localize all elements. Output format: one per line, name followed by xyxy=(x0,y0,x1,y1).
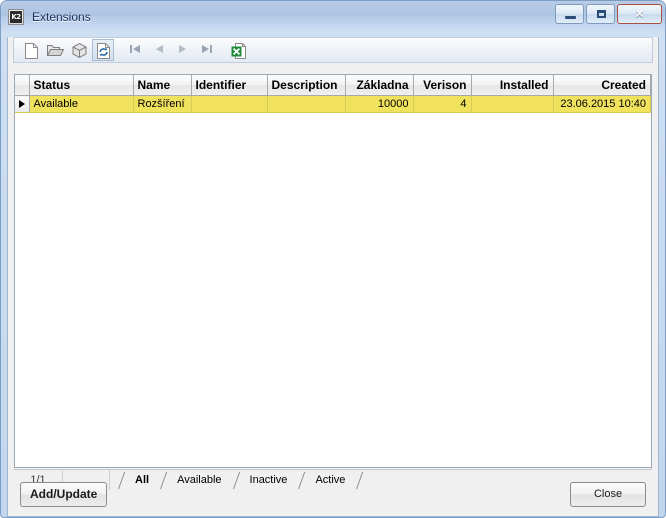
close-button[interactable]: Close xyxy=(570,481,646,507)
cell-created[interactable]: 23.06.2015 10:40 xyxy=(553,95,651,113)
cell-identifier[interactable] xyxy=(191,95,268,113)
row-indicator-cell xyxy=(15,95,30,113)
last-record-icon[interactable] xyxy=(196,39,218,61)
maximize-button[interactable] xyxy=(586,4,615,24)
grid-header-row: Status Name Identifier Description Zákla… xyxy=(15,75,651,96)
footer-bar: Add/Update Close xyxy=(8,472,658,516)
minimize-button[interactable] xyxy=(555,4,584,24)
add-update-button[interactable]: Add/Update xyxy=(20,481,108,507)
column-header-verison[interactable]: Verison xyxy=(413,75,472,96)
column-header-installed[interactable]: Installed xyxy=(471,75,554,96)
open-folder-icon[interactable] xyxy=(44,39,66,61)
column-header-identifier[interactable]: Identifier xyxy=(191,75,268,96)
client-area: Status Name Identifier Description Zákla… xyxy=(7,37,659,517)
cell-status[interactable]: Available xyxy=(29,95,134,113)
extensions-grid: Status Name Identifier Description Zákla… xyxy=(14,74,652,468)
cell-verison[interactable]: 4 xyxy=(413,95,472,113)
app-icon-label: K2 xyxy=(11,12,21,21)
table-row[interactable]: Available Rozšíření 10000 4 23.06.2015 1… xyxy=(15,95,651,113)
minimize-icon xyxy=(565,16,576,19)
previous-record-icon[interactable] xyxy=(148,39,170,61)
cell-zakladna[interactable]: 10000 xyxy=(345,95,414,113)
close-window-button[interactable]: ✕ xyxy=(617,4,662,24)
window-controls: ✕ xyxy=(555,4,662,24)
column-header-zakladna[interactable]: Základna xyxy=(345,75,414,96)
window-title: Extensions xyxy=(32,9,91,24)
close-icon: ✕ xyxy=(634,7,645,21)
toolbar xyxy=(13,37,653,63)
cell-installed[interactable] xyxy=(471,95,554,113)
column-header-created[interactable]: Created xyxy=(553,75,651,96)
column-header-description[interactable]: Description xyxy=(267,75,346,96)
new-icon[interactable] xyxy=(20,39,42,61)
grid-gutter-header xyxy=(15,75,30,96)
extensions-window: K2 Extensions ✕ Status Name Identifier D… xyxy=(0,0,666,518)
title-bar: K2 Extensions ✕ xyxy=(1,1,665,32)
cell-name[interactable]: Rozšíření xyxy=(133,95,192,113)
column-header-status[interactable]: Status xyxy=(29,75,134,96)
refresh-icon[interactable] xyxy=(92,39,114,61)
k2-app-icon: K2 xyxy=(8,8,24,25)
next-record-icon[interactable] xyxy=(172,39,194,61)
package-icon[interactable] xyxy=(68,39,90,61)
cell-description[interactable] xyxy=(267,95,346,113)
maximize-icon xyxy=(597,10,606,18)
column-header-name[interactable]: Name xyxy=(133,75,192,96)
export-excel-icon[interactable] xyxy=(228,39,250,61)
first-record-icon[interactable] xyxy=(124,39,146,61)
row-selected-arrow-icon xyxy=(19,100,25,108)
grid-table: Status Name Identifier Description Zákla… xyxy=(15,75,651,113)
grid-empty-area xyxy=(15,113,651,467)
